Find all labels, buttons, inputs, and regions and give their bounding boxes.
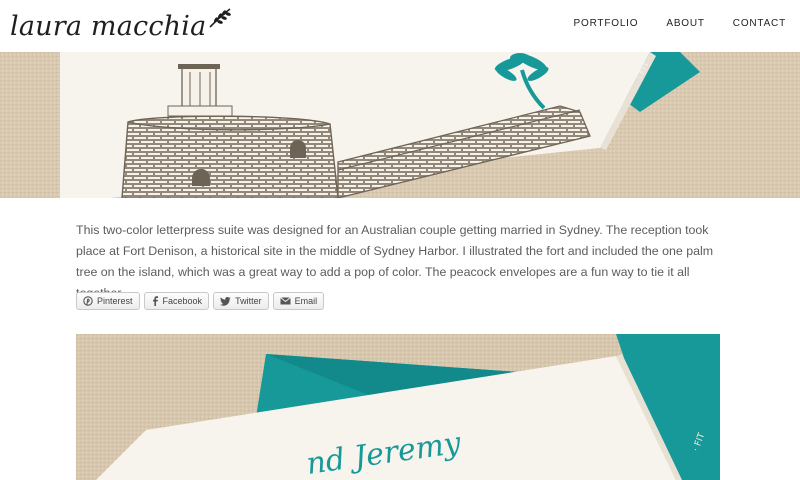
share-pinterest-label: Pinterest bbox=[97, 296, 133, 306]
share-buttons: Pinterest Facebook Twitter Email bbox=[76, 292, 325, 310]
nav-about[interactable]: ABOUT bbox=[666, 18, 704, 29]
share-twitter-button[interactable]: Twitter bbox=[213, 292, 269, 310]
gallery-illustration: nd Jeremy · FIT bbox=[76, 334, 720, 480]
share-facebook-label: Facebook bbox=[162, 296, 203, 306]
email-icon bbox=[279, 297, 291, 305]
site-logo[interactable]: laura macchia bbox=[10, 6, 234, 46]
share-email-label: Email bbox=[294, 296, 318, 306]
facebook-icon bbox=[151, 296, 159, 306]
share-pinterest-button[interactable]: Pinterest bbox=[76, 292, 140, 310]
twitter-icon bbox=[220, 296, 231, 306]
gallery-image: nd Jeremy · FIT bbox=[76, 334, 720, 480]
site-header: laura macchia PORTFOLIO ABOUT CONTACT bbox=[0, 0, 800, 52]
hero-illustration: · FIT bbox=[0, 52, 800, 198]
main-nav: PORTFOLIO ABOUT CONTACT bbox=[574, 18, 786, 29]
pinterest-icon bbox=[83, 296, 93, 306]
share-twitter-label: Twitter bbox=[235, 296, 262, 306]
hero-image: · FIT bbox=[0, 52, 800, 198]
logo-text: laura macchia bbox=[10, 10, 207, 42]
nav-portfolio[interactable]: PORTFOLIO bbox=[574, 18, 639, 29]
share-facebook-button[interactable]: Facebook bbox=[143, 292, 210, 310]
nav-contact[interactable]: CONTACT bbox=[733, 18, 786, 29]
share-email-button[interactable]: Email bbox=[272, 292, 325, 310]
leaf-sprig-icon bbox=[208, 7, 234, 34]
